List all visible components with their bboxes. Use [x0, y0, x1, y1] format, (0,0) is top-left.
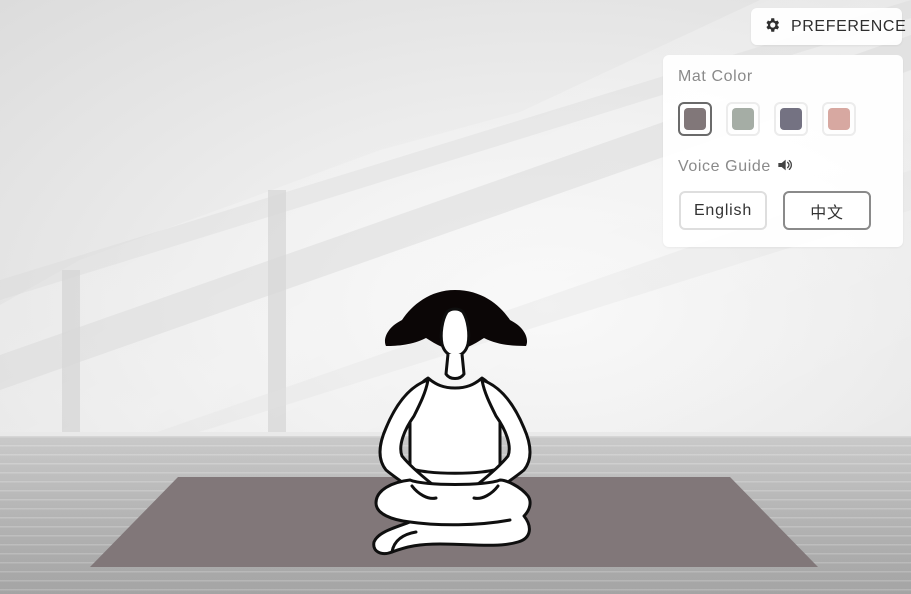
mat-color-swatch-1-fill [684, 108, 706, 130]
language-buttons: English 中文 [679, 191, 871, 230]
preference-label: PREFERENCE [791, 17, 907, 35]
mat-color-swatch-1[interactable] [678, 102, 712, 136]
speaker-icon [777, 157, 793, 176]
english-language-button[interactable]: English [679, 191, 767, 230]
mat-color-swatch-3-fill [780, 108, 802, 130]
gear-icon [763, 16, 781, 38]
mat-color-swatch-2-fill [732, 108, 754, 130]
voice-guide-label: Voice Guide [678, 157, 771, 175]
english-language-label: English [693, 201, 753, 219]
mat-color-swatch-2[interactable] [726, 102, 760, 136]
mat-color-swatches [678, 102, 856, 136]
mat-color-swatch-3[interactable] [774, 102, 808, 136]
chinese-language-button[interactable]: 中文 [783, 191, 871, 230]
mat-color-swatch-4-fill [828, 108, 850, 130]
mat-color-label: Mat Color [678, 68, 753, 85]
mat-color-swatch-4[interactable] [822, 102, 856, 136]
voice-guide-row: Voice Guide [678, 157, 793, 176]
preference-panel: Mat Color Voice Guide English 中文 [663, 55, 903, 247]
chinese-language-label: 中文 [810, 204, 844, 222]
preference-button[interactable]: PREFERENCE [751, 8, 906, 45]
